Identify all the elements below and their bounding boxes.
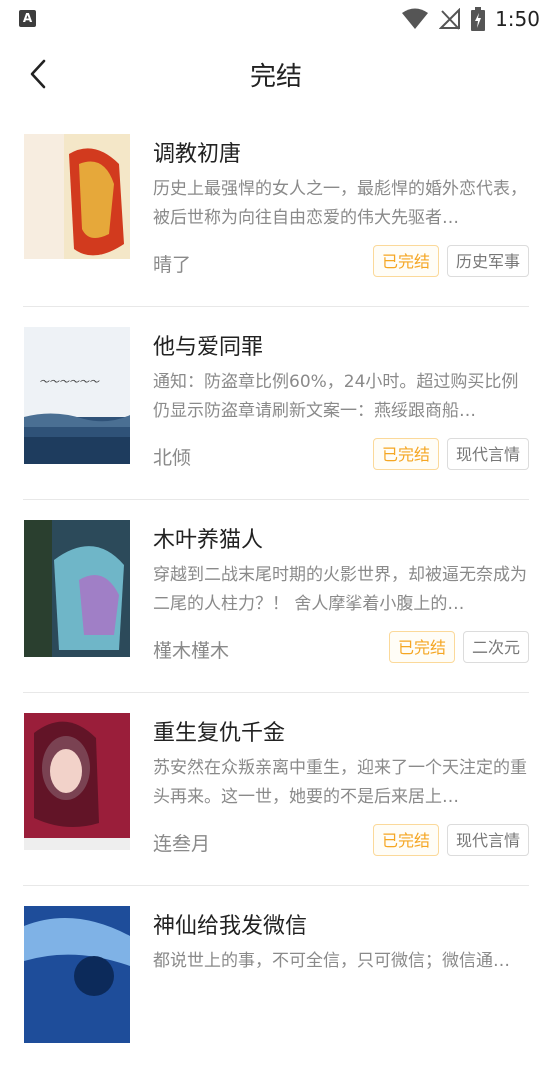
book-tags: 已完结 二次元 <box>388 631 529 663</box>
book-tags: 已完结 历史军事 <box>372 245 529 277</box>
book-list: 调教初唐 历史上最强悍的女人之一，最彪悍的婚外恋代表，被后世称为向往自由恋爱的伟… <box>0 114 552 1079</box>
book-tags: 已完结 现代言情 <box>372 824 529 856</box>
svg-text:～～～～～～: ～～～～～～ <box>39 377 100 388</box>
book-tags: 已完结 现代言情 <box>372 438 529 470</box>
book-author: 晴了 <box>153 254 192 276</box>
category-badge: 现代言情 <box>446 824 529 856</box>
book-cover-image: ～～～～～～ <box>24 327 130 464</box>
clock-time: 1:50 <box>495 7 540 31</box>
wifi-icon <box>402 8 429 29</box>
book-title: 木叶养猫人 <box>153 528 264 553</box>
page-title: 完结 <box>249 62 302 92</box>
status-bar: A 1:50 <box>0 0 552 38</box>
book-cover-image <box>24 906 130 1043</box>
book-title: 他与爱同罪 <box>153 335 264 360</box>
status-badge: 已完结 <box>388 631 455 663</box>
book-author: 槿木槿木 <box>153 640 230 662</box>
book-author: 连叁月 <box>153 833 211 855</box>
book-description: 苏安然在众叛亲离中重生，迎来了一个天注定的重头再来。这一世，她要的不是后来居上… <box>153 758 527 807</box>
book-list-item[interactable]: 重生复仇千金 苏安然在众叛亲离中重生，迎来了一个天注定的重头再来。这一世，她要的… <box>0 693 552 886</box>
category-badge: 历史军事 <box>446 245 529 277</box>
book-cover-image <box>24 713 130 850</box>
book-list-item[interactable]: ～～～～～～ 他与爱同罪 通知：防盗章比例60%，24小时。超过购买比例仍显示防… <box>0 307 552 500</box>
book-list-item[interactable]: 木叶养猫人 穿越到二战末尾时期的火影世界，却被逼无奈成为二尾的人柱力？！ 舍人摩… <box>0 500 552 693</box>
status-icons: 1:50 <box>401 6 540 32</box>
book-description: 通知：防盗章比例60%，24小时。超过购买比例仍显示防盗章请刷新文案一：燕绥跟商… <box>153 372 519 421</box>
book-title: 调教初唐 <box>153 142 242 167</box>
category-badge: 二次元 <box>462 631 529 663</box>
status-badge: 已完结 <box>372 438 439 470</box>
book-description: 都说世上的事，不可全信，只可微信；微信通… <box>153 951 510 971</box>
book-cover-image <box>24 520 130 657</box>
app-header: 完结 <box>0 38 552 114</box>
no-signal-icon <box>439 8 461 30</box>
book-title: 重生复仇千金 <box>153 721 286 746</box>
book-title: 神仙给我发微信 <box>153 914 308 939</box>
status-badge: 已完结 <box>372 824 439 856</box>
book-author: 北倾 <box>153 447 192 469</box>
book-description: 穿越到二战末尾时期的火影世界，却被逼无奈成为二尾的人柱力？！ 舍人摩挲着小腹上的… <box>153 565 527 614</box>
status-badge: 已完结 <box>372 245 439 277</box>
battery-charging-icon <box>471 7 486 31</box>
book-description: 历史上最强悍的女人之一，最彪悍的婚外恋代表，被后世称为向往自由恋爱的伟大先驱者… <box>153 179 527 228</box>
app-notification-icon: A <box>19 10 36 27</box>
category-badge: 现代言情 <box>446 438 529 470</box>
book-cover-image <box>24 134 130 271</box>
book-list-item[interactable]: 调教初唐 历史上最强悍的女人之一，最彪悍的婚外恋代表，被后世称为向往自由恋爱的伟… <box>0 114 552 307</box>
